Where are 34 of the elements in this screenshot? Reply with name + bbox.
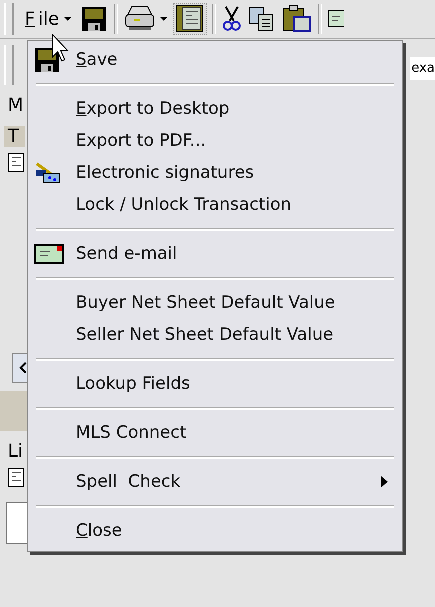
copy-icon[interactable]: [248, 5, 276, 33]
menu-item[interactable]: Export to PDF...: [28, 125, 402, 157]
tab-label[interactable]: Li: [8, 441, 24, 462]
save-icon: [34, 47, 60, 73]
menu-item[interactable]: Lookup Fields: [28, 368, 402, 400]
menu-item[interactable]: Export to Desktop: [28, 93, 402, 125]
menu-item[interactable]: MLS Connect: [28, 417, 402, 449]
text-field[interactable]: exa: [410, 57, 435, 80]
document-icon: [8, 153, 24, 173]
text-area[interactable]: [6, 502, 28, 544]
menu-item[interactable]: Send e-mail: [28, 238, 402, 270]
menu-item[interactable]: Buyer Net Sheet Default Value: [28, 287, 402, 319]
caret-icon: [64, 16, 72, 22]
menu-item[interactable]: Close: [28, 515, 402, 547]
panel-bar: [0, 391, 27, 431]
tab-label[interactable]: M: [8, 95, 24, 116]
cursor-icon: [52, 34, 72, 64]
toolbar-gripper[interactable]: [4, 45, 14, 85]
printer-icon[interactable]: [124, 5, 168, 33]
menu-item[interactable]: Lock / Unlock Transaction: [28, 189, 402, 221]
menu-item[interactable]: Seller Net Sheet Default Value: [28, 319, 402, 351]
menu-item[interactable]: Spell Check: [28, 466, 402, 498]
envelope-icon: [34, 244, 64, 264]
scissors-icon[interactable]: [222, 5, 242, 33]
tab-label[interactable]: T: [4, 126, 25, 147]
pen-icon: [34, 162, 62, 184]
menu-item[interactable]: Electronic signatures: [28, 157, 402, 189]
menu-item[interactable]: Save: [28, 44, 402, 76]
paste-icon[interactable]: [282, 5, 312, 33]
document-icon[interactable]: [174, 4, 206, 34]
save-icon[interactable]: [80, 5, 108, 33]
toolbar-gripper[interactable]: [4, 3, 14, 35]
document-icon: [8, 468, 24, 488]
chevron-left-icon: [19, 362, 27, 374]
